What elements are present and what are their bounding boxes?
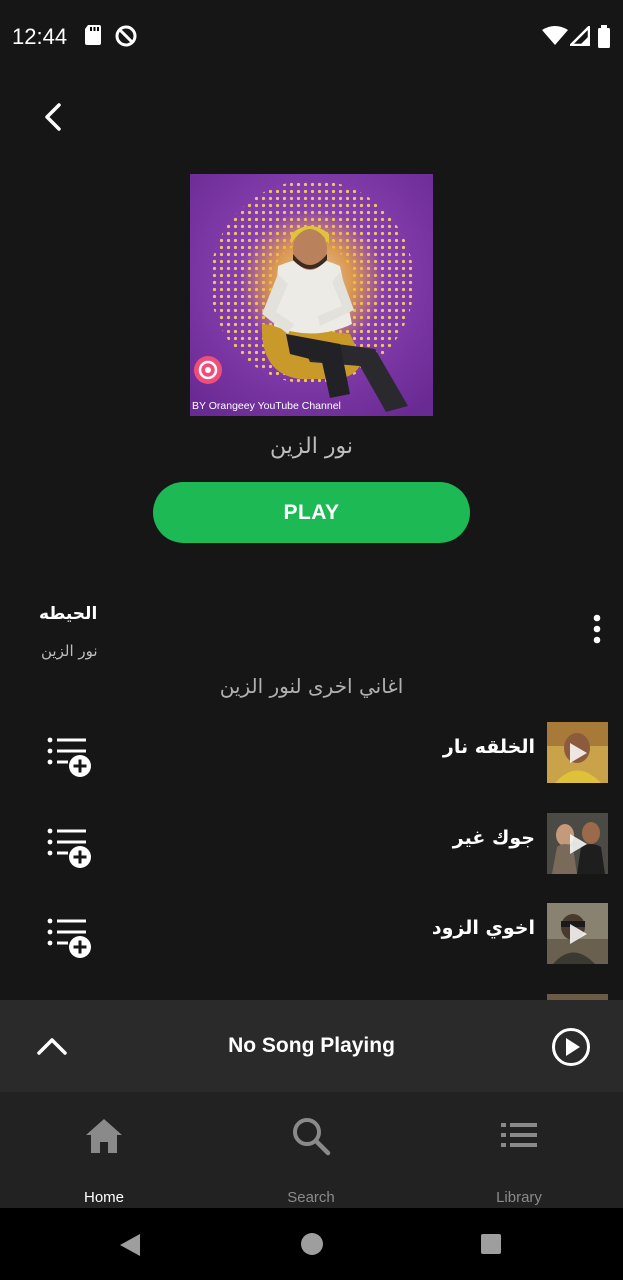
back-triangle-icon[interactable] [118, 1232, 142, 1258]
more-vertical-icon [593, 614, 601, 644]
play-overlay-icon [547, 722, 608, 783]
home-icon [86, 1119, 122, 1153]
add-to-playlist-button[interactable] [44, 825, 94, 869]
album-caption: BY Orangeey YouTube Channel [192, 400, 341, 412]
mini-player-title: No Song Playing [228, 1034, 395, 1057]
playlist-add-icon [47, 737, 91, 777]
song-thumbnail [547, 903, 608, 964]
current-track-title: الحيطه [39, 604, 98, 624]
data-saver-icon [114, 24, 138, 52]
signal-icon [567, 23, 591, 50]
song-title: جوك غير [452, 827, 535, 849]
bottom-nav: Home Search Library [0, 1092, 623, 1208]
song-title: اخوي الزود [431, 917, 535, 939]
back-button[interactable] [32, 96, 74, 138]
artist-name: نور الزين [270, 434, 353, 459]
album-art: BY Orangeey YouTube Channel [190, 174, 433, 416]
nav-item-library[interactable]: Library [449, 1092, 589, 1208]
mini-player-play-button[interactable] [550, 1026, 592, 1068]
add-to-playlist-button[interactable] [44, 734, 94, 778]
song-row[interactable]: الخلقه نار [0, 722, 623, 784]
other-songs-heading: اغاني اخرى لنور الزين [219, 674, 404, 698]
battery-icon [597, 25, 611, 52]
nav-label: Search [287, 1189, 335, 1206]
add-to-playlist-button[interactable] [44, 915, 94, 959]
sd-card-icon [84, 24, 102, 50]
search-icon [293, 1118, 331, 1156]
nav-label: Library [496, 1189, 542, 1206]
playlist-add-icon [47, 918, 91, 958]
recents-square-icon[interactable] [480, 1233, 502, 1255]
song-row[interactable]: جوك غير [0, 813, 623, 875]
nav-label: Home [83, 1189, 124, 1206]
current-track-artist: نور الزين [41, 642, 98, 660]
nav-item-home[interactable]: Home [34, 1092, 174, 1208]
song-thumbnail [547, 722, 608, 783]
library-list-icon [501, 1123, 537, 1147]
play-button[interactable]: PLAY [153, 482, 470, 543]
play-overlay-icon [547, 903, 608, 964]
chevron-left-icon [45, 103, 61, 131]
song-title: الخلقه نار [442, 736, 535, 758]
system-nav-bar [0, 1208, 623, 1280]
song-thumbnail [547, 813, 608, 874]
wifi-icon [542, 26, 568, 50]
nav-item-search[interactable]: Search [241, 1092, 381, 1208]
mini-player: No Song Playing [0, 1000, 623, 1092]
more-options-button[interactable] [583, 610, 611, 648]
status-time: 12:44 [12, 24, 68, 49]
play-overlay-icon [547, 813, 608, 874]
home-circle-icon[interactable] [300, 1232, 324, 1256]
status-bar: 12:44 [0, 0, 623, 76]
play-circle-icon [552, 1028, 590, 1066]
playlist-add-icon [47, 828, 91, 868]
song-row[interactable]: اخوي الزود [0, 903, 623, 965]
